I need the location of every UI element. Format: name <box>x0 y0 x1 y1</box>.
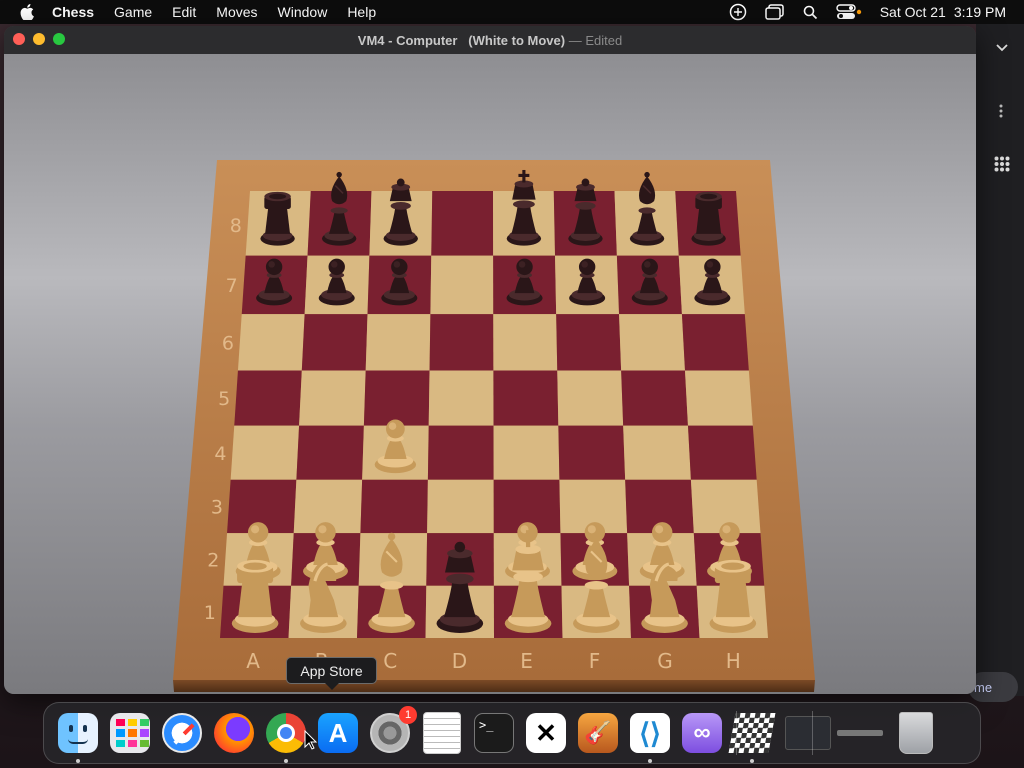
board-square-a6[interactable] <box>237 314 305 371</box>
finder-icon[interactable] <box>55 710 101 756</box>
apple-menu-icon[interactable] <box>20 4 34 20</box>
board-square-g4[interactable] <box>623 425 691 480</box>
launchpad-icon[interactable] <box>107 710 153 756</box>
board-square-a4[interactable] <box>230 425 300 480</box>
board-square-d6[interactable] <box>429 314 494 371</box>
window-titlebar[interactable]: VM4 - Computer (White to Move) — Edited <box>4 26 976 54</box>
textedit-icon[interactable] <box>419 710 465 756</box>
file-label: H <box>726 649 741 673</box>
firefox-icon[interactable] <box>211 710 257 756</box>
safari-icon[interactable] <box>159 710 205 756</box>
running-indicator <box>750 759 754 763</box>
board-square-d4[interactable] <box>427 425 494 480</box>
menu-bar: Chess Game Edit Moves Window Help Sat Oc… <box>0 0 1024 24</box>
board-square-f5[interactable] <box>557 370 624 426</box>
board-square-b6[interactable] <box>301 314 368 371</box>
window-overview-icon[interactable] <box>764 4 785 20</box>
chess-board[interactable]: 87654321ABCDEFGH <box>4 54 976 694</box>
chess-window: VM4 - Computer (White to Move) — Edited … <box>4 26 976 694</box>
dock-separator <box>736 711 737 755</box>
board-square-h6[interactable] <box>681 314 749 371</box>
board-square-d5[interactable] <box>428 370 494 426</box>
chrome-icon[interactable] <box>263 710 309 756</box>
edited-status: Edited <box>585 32 623 48</box>
dock-tooltip: App Store <box>286 657 377 690</box>
rank-label: 6 <box>222 333 234 355</box>
visual-studio-icon[interactable]: ∞ <box>679 710 725 756</box>
board-square-g5[interactable] <box>621 370 688 426</box>
file-label: G <box>657 649 673 673</box>
chess-scene: 87654321ABCDEFGH <box>4 54 976 694</box>
notification-badge: 1 <box>399 706 417 724</box>
background-window-panel: me <box>968 24 1024 702</box>
vscode-icon[interactable]: ⟨⟩ <box>627 710 673 756</box>
board-square-e6[interactable] <box>493 314 558 371</box>
rank-label: 7 <box>226 275 238 297</box>
board-square-f4[interactable] <box>558 425 626 480</box>
window-preview-icon[interactable] <box>785 710 831 756</box>
window-title-text: VM4 - Computer (White to Move) <box>357 32 566 48</box>
board-square-b4[interactable] <box>296 425 364 480</box>
more-vertical-icon[interactable] <box>999 104 1003 118</box>
title-separator: — <box>568 32 582 48</box>
dock: A 1 >_ ✕ 🎸 ⟨⟩ ∞ <box>43 702 981 764</box>
board-frame-edge <box>173 680 815 692</box>
board-square-c5[interactable] <box>363 370 430 426</box>
board-square-d8[interactable] <box>431 191 494 256</box>
rank-label: 4 <box>214 443 226 465</box>
system-settings-icon[interactable]: 1 <box>367 706 417 756</box>
zoom-button[interactable] <box>53 33 65 45</box>
spotlight-search-icon[interactable] <box>803 5 818 20</box>
mouse-cursor-icon <box>304 730 318 750</box>
rank-label: 5 <box>218 388 230 410</box>
rank-label: 8 <box>230 215 242 237</box>
dock-separator <box>812 711 813 755</box>
board-square-h5[interactable] <box>684 370 753 426</box>
menu-help[interactable]: Help <box>347 4 376 20</box>
file-label: D <box>452 649 467 673</box>
rank-label: 2 <box>207 550 219 572</box>
menu-window[interactable]: Window <box>278 4 328 20</box>
screen-sharing-icon[interactable] <box>729 3 747 21</box>
minimize-button[interactable] <box>33 33 45 45</box>
menu-date[interactable]: Sat Oct 21 <box>880 4 946 20</box>
capcut-icon[interactable]: ✕ <box>523 710 569 756</box>
board-square-h4[interactable] <box>687 425 757 480</box>
running-indicator <box>648 759 652 763</box>
board-square-e5[interactable] <box>493 370 559 426</box>
menu-game[interactable]: Game <box>114 4 152 20</box>
file-label: C <box>383 649 397 673</box>
terminal-icon[interactable]: >_ <box>471 710 517 756</box>
menu-moves[interactable]: Moves <box>216 4 257 20</box>
chevron-down-icon[interactable] <box>996 44 1008 52</box>
apps-grid-icon[interactable] <box>994 156 1010 172</box>
window-title: VM4 - Computer (White to Move) — Edited <box>358 33 622 48</box>
board-square-f6[interactable] <box>556 314 622 371</box>
app-store-icon[interactable]: A <box>315 710 361 756</box>
board-square-d7[interactable] <box>430 255 494 315</box>
file-label: F <box>589 649 601 673</box>
board-square-e4[interactable] <box>493 425 560 480</box>
running-indicator <box>76 759 80 763</box>
trash-icon[interactable] <box>893 710 939 756</box>
file-label: E <box>520 649 533 673</box>
garageband-icon[interactable]: 🎸 <box>575 710 621 756</box>
control-center-icon[interactable] <box>836 4 862 20</box>
board-square-d3[interactable] <box>427 479 494 534</box>
menu-time[interactable]: 3:19 PM <box>954 4 1006 20</box>
board-square-a5[interactable] <box>234 370 302 426</box>
menu-edit[interactable]: Edit <box>172 4 196 20</box>
menu-app-name[interactable]: Chess <box>52 4 94 20</box>
close-button[interactable] <box>13 33 25 45</box>
window-preview-2-icon[interactable] <box>837 710 883 756</box>
rank-label: 3 <box>211 496 223 518</box>
board-square-g6[interactable] <box>619 314 685 371</box>
board-square-b5[interactable] <box>299 370 366 426</box>
board-square-c6[interactable] <box>365 314 431 371</box>
file-label: A <box>246 649 260 673</box>
rank-label: 1 <box>204 602 216 624</box>
board-square-c3[interactable] <box>360 479 428 534</box>
running-indicator <box>284 759 288 763</box>
